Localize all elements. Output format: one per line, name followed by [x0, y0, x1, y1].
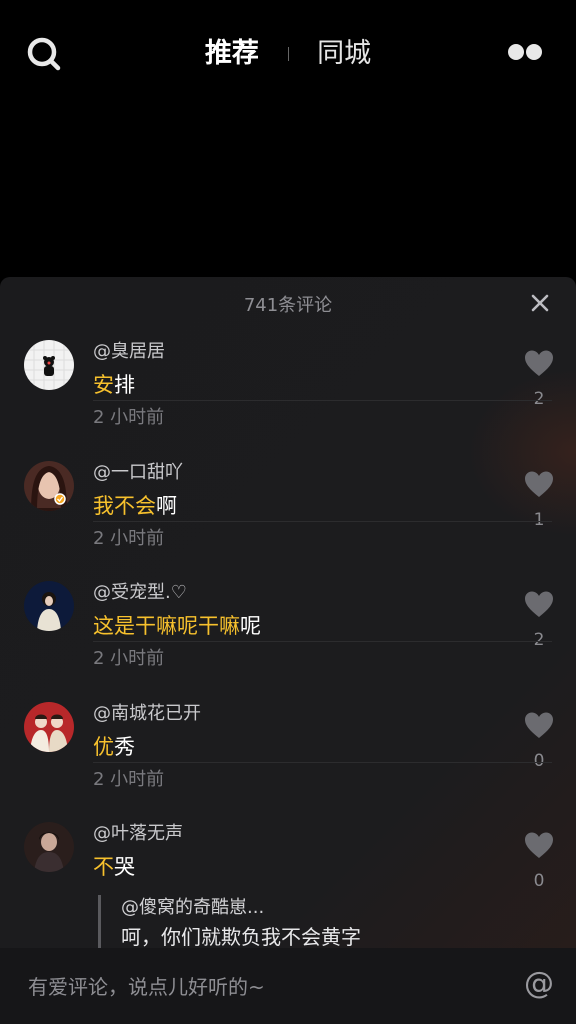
- avatar[interactable]: [24, 461, 74, 511]
- comment-text-highlight: 优: [93, 735, 114, 759]
- comment-text: 不哭: [93, 852, 183, 882]
- avatar[interactable]: [24, 822, 74, 872]
- comment-text-rest: 秀: [114, 735, 135, 759]
- like-count: 0: [533, 871, 545, 891]
- tab-divider: [287, 46, 289, 61]
- tab-city[interactable]: 同城: [317, 34, 371, 74]
- comment-item: @南城花已开 优秀 2 小时前 0: [0, 642, 576, 790]
- comment-text-highlight: 不: [93, 855, 114, 879]
- comment-text-rest: 啊: [156, 494, 177, 518]
- comment-username[interactable]: @受宠型.♡: [93, 581, 261, 605]
- mention-button[interactable]: @: [524, 966, 554, 1001]
- comment-text-rest: 排: [114, 373, 135, 397]
- heart-icon: [525, 712, 553, 738]
- comment-username[interactable]: @一口甜吖: [93, 461, 183, 485]
- avatar[interactable]: [24, 581, 74, 631]
- comment-username[interactable]: @臭居居: [93, 340, 165, 364]
- heart-icon: [525, 591, 553, 617]
- comment-input-bar: @: [0, 948, 576, 1024]
- top-bar: 推荐 同城: [0, 0, 576, 100]
- comment-text-highlight: 我不会: [93, 494, 156, 518]
- tab-recommend[interactable]: 推荐: [205, 34, 259, 74]
- comment-text: 这是干嘛呢干嘛呢: [93, 611, 261, 641]
- comment-username[interactable]: @南城花已开: [93, 702, 201, 726]
- heart-icon: [525, 471, 553, 497]
- comment-text-highlight: 安: [93, 373, 114, 397]
- comment-text: 我不会啊: [93, 491, 183, 521]
- reply-preview[interactable]: @傻窝的奇酷崽... 呵，你们就欺负我不会黄字: [98, 895, 361, 951]
- comment-input[interactable]: [26, 970, 490, 1004]
- comment-username[interactable]: @叶落无声: [93, 822, 183, 846]
- feed-tabs: 推荐 同城: [0, 33, 576, 74]
- comment-item: @受宠型.♡ 这是干嘛呢干嘛呢 2 小时前 2: [0, 521, 576, 669]
- comment-text: 安排: [93, 370, 165, 400]
- comment-text-highlight: 这是干嘛呢干嘛: [93, 614, 240, 638]
- heart-icon: [525, 832, 553, 858]
- comment-text-rest: 呢: [240, 614, 261, 638]
- two-dots-icon[interactable]: [508, 44, 542, 62]
- comment-item: @叶落无声 不哭 0: [0, 762, 576, 891]
- comment-text: 优秀: [93, 732, 201, 762]
- comment-item: @臭居居 安排 2 小时前 2: [0, 280, 576, 428]
- reply-username[interactable]: @傻窝的奇酷崽...: [121, 895, 361, 921]
- avatar[interactable]: [24, 702, 74, 752]
- comment-item: @一口甜吖 我不会啊 2 小时前 1: [0, 401, 576, 549]
- heart-icon: [525, 350, 553, 376]
- avatar[interactable]: [24, 340, 74, 390]
- comment-text-rest: 哭: [114, 855, 135, 879]
- like-button[interactable]: 0: [522, 831, 556, 891]
